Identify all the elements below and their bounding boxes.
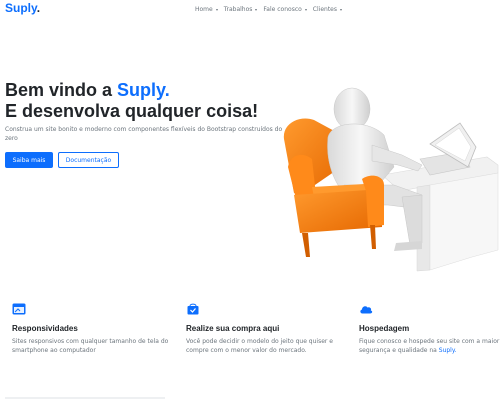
nav-item-trabalhos[interactable]: Trabalhos	[224, 6, 258, 13]
feature-responsividades: Responsividades Sites responsivos com qu…	[12, 303, 170, 355]
hero-title-line2: E desenvolva qualquer coisa!	[5, 101, 259, 121]
desk	[381, 156, 499, 272]
documentacao-button[interactable]: Documentação	[58, 152, 119, 168]
suply-link[interactable]: Suply.	[439, 347, 457, 354]
brand-name: Suply	[5, 1, 37, 15]
brand-dot: .	[36, 1, 41, 15]
feature-text-body: Fique conosco e hospede seu site com a m…	[359, 338, 500, 354]
nav-item-home[interactable]: Home	[195, 6, 218, 13]
feature-text: Você pode decidir o modelo do jeito que …	[186, 338, 333, 354]
caret-down-icon	[255, 8, 258, 11]
nav-menu: Home Trabalhos Fale conosco Clientes	[195, 6, 342, 13]
feature-hospedagem: Hospedagem Fique conosco e hospede seu s…	[359, 303, 500, 355]
feature-title: Responsividades	[12, 324, 78, 333]
hero-title-accent: Suply.	[117, 80, 170, 100]
nav-item-label: Clientes	[312, 6, 337, 13]
nav-item-label: Fale conosco	[263, 6, 302, 13]
navbar: Suply. Home Trabalhos Fale conosco Clien…	[0, 0, 500, 20]
caret-down-icon	[304, 8, 307, 11]
laptop	[419, 122, 477, 176]
hero-title-prefix: Bem vindo a	[5, 80, 118, 100]
cloud-icon	[360, 306, 373, 314]
hero-title: Bem vindo a Suply. E desenvolva qualquer …	[5, 80, 258, 122]
feature-text: Fique conosco e hospede seu site com a m…	[359, 337, 500, 355]
hero-illustration	[283, 87, 499, 272]
hero-lead-text: Construa um site bonito e moderno com co…	[5, 126, 283, 142]
caret-down-icon	[215, 8, 218, 11]
brand-logo[interactable]: Suply.	[5, 1, 40, 15]
saiba-mais-button[interactable]: Saiba mais	[5, 152, 53, 168]
nav-item-fale-conosco[interactable]: Fale conosco	[263, 6, 307, 13]
window-icon	[12, 303, 26, 315]
nav-item-label: Home	[195, 6, 213, 13]
feature-title: Hospedagem	[359, 324, 410, 333]
nav-item-clientes[interactable]: Clientes	[313, 6, 342, 13]
feature-text: Sites responsivos com qualquer tamanho d…	[12, 338, 169, 354]
nav-item-label: Trabalhos	[223, 6, 253, 13]
caret-down-icon	[339, 8, 342, 11]
feature-title: Realize sua compra aqui	[186, 324, 280, 333]
shopping-bag-icon	[187, 303, 199, 315]
footer-divider	[5, 397, 165, 399]
feature-compra: Realize sua compra aqui Você pode decidi…	[186, 303, 344, 355]
